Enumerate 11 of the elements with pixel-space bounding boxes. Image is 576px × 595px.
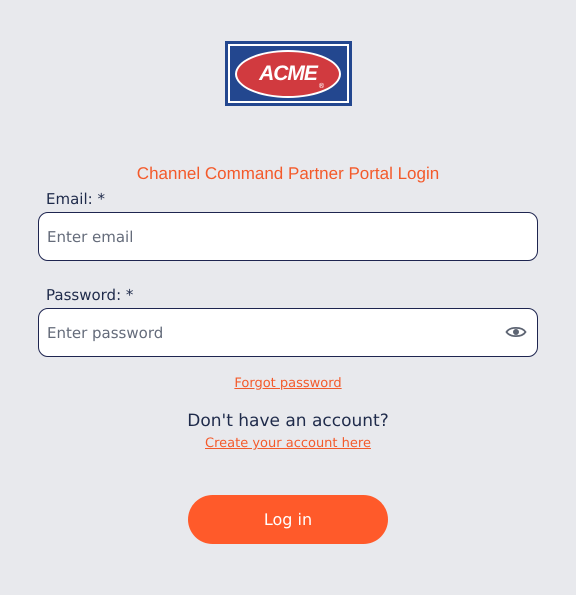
create-account-link[interactable]: Create your account here bbox=[205, 436, 371, 451]
password-field[interactable]: Enter password bbox=[38, 308, 538, 357]
signup-prompt: Don't have an account? bbox=[187, 411, 389, 431]
login-button[interactable]: Log in bbox=[188, 495, 388, 544]
eye-icon[interactable] bbox=[505, 325, 527, 339]
field-label: Password: * bbox=[45, 286, 134, 304]
forgot-password-link[interactable]: Forgot password bbox=[234, 376, 342, 391]
logo-text: ACME bbox=[259, 62, 317, 86]
email-field[interactable]: Enter email bbox=[38, 212, 538, 261]
field-label: Email: * bbox=[45, 190, 106, 208]
page-title: Channel Command Partner Portal Login bbox=[136, 164, 440, 184]
